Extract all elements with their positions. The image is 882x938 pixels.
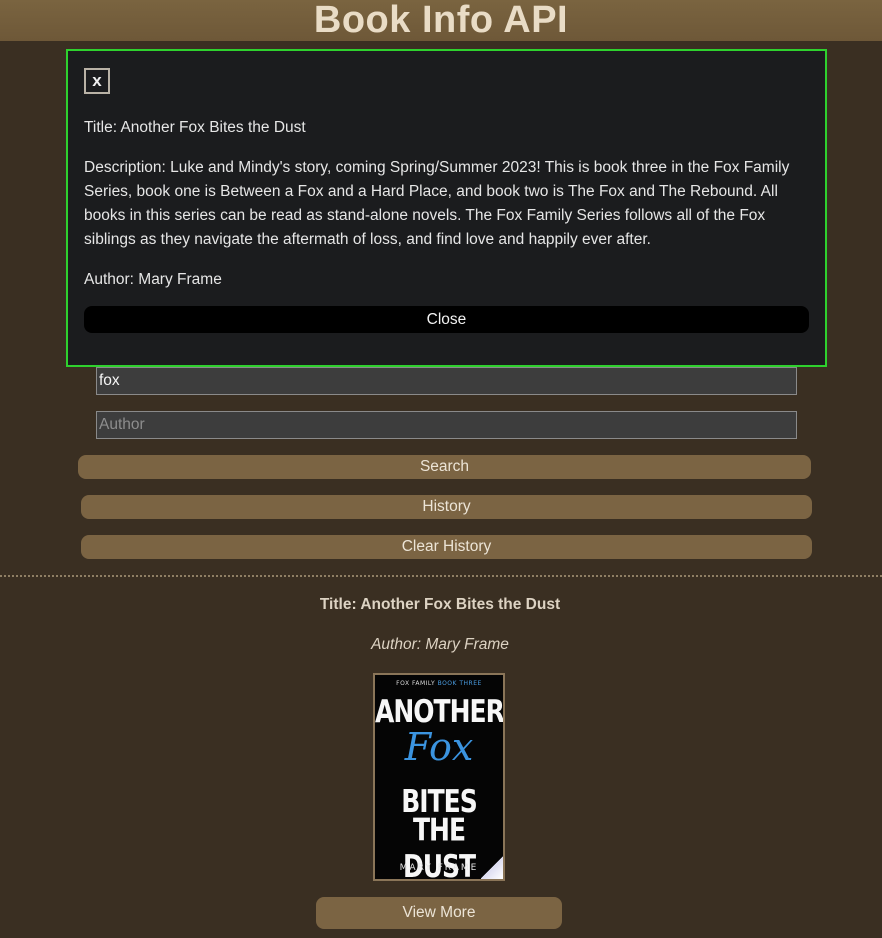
result-book-title: Title: Another Fox Bites the Dust — [319, 596, 561, 613]
result-book-author: Author: Mary Frame — [371, 636, 509, 653]
modal-close-x-button[interactable]: x — [84, 68, 110, 94]
cover-book-number: BOOK THREE — [437, 680, 482, 687]
book-details-modal: x Title: Another Fox Bites the Dust Desc… — [66, 49, 827, 367]
history-button[interactable]: History — [81, 495, 812, 519]
page-curl-graphic — [481, 855, 503, 879]
cover-series-name: FOX FAMILY — [396, 680, 436, 687]
view-more-button[interactable]: View More — [316, 897, 562, 929]
modal-book-author: Author: Mary Frame — [84, 271, 222, 288]
section-divider — [0, 575, 882, 577]
modal-book-title: Title: Another Fox Bites the Dust — [84, 119, 306, 136]
search-button[interactable]: Search — [78, 455, 811, 479]
title-search-input[interactable] — [96, 367, 797, 395]
cover-series-label: FOX FAMILY BOOK THREE — [375, 680, 503, 687]
modal-book-description: Description: Luke and Mindy's story, com… — [84, 159, 790, 248]
author-search-input[interactable] — [96, 411, 797, 439]
app-header: Book Info API — [0, 0, 882, 41]
clear-history-button[interactable]: Clear History — [81, 535, 812, 559]
book-cover-image: FOX FAMILY BOOK THREE ANOTHER Fox BITES … — [373, 673, 505, 881]
page-title: Book Info API — [313, 0, 569, 41]
modal-close-button[interactable]: Close — [84, 306, 809, 333]
cover-title-line-2: Fox — [404, 725, 474, 769]
